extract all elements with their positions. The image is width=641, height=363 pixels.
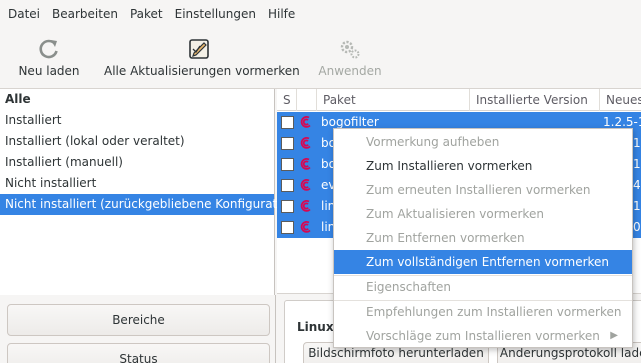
toolbar: Neu laden Alle Aktualisierungen vormerke… — [0, 29, 641, 89]
column-status[interactable]: S — [277, 89, 297, 111]
debian-icon — [300, 221, 311, 233]
debian-icon — [300, 116, 311, 128]
gears-icon — [340, 40, 360, 59]
filter-item[interactable]: Nicht installiert — [0, 173, 274, 194]
latest-version: 4 — [633, 178, 641, 192]
column-latest-version[interactable]: Neuest — [600, 89, 641, 111]
menu-item-mark-remove[interactable]: Zum Entfernen vormerken — [334, 226, 632, 250]
column-installed-version[interactable]: Installierte Version — [470, 89, 600, 111]
menu-item-mark-upgrade[interactable]: Zum Aktualisieren vormerken — [334, 202, 632, 226]
debian-icon — [300, 200, 311, 212]
menu-paket[interactable]: Paket — [124, 0, 169, 29]
menu-datei[interactable]: Datei — [2, 0, 46, 29]
latest-version: 1 — [633, 199, 641, 213]
debian-icon — [300, 179, 311, 191]
filter-item[interactable]: Installiert (manuell) — [0, 152, 274, 173]
menu-item-mark-reinstall[interactable]: Zum erneuten Installieren vormerken — [334, 178, 632, 202]
reload-button[interactable]: Neu laden — [12, 29, 86, 89]
filter-item[interactable]: Installiert (lokal oder veraltet) — [0, 131, 274, 152]
menu-item-properties[interactable]: Eigenschaften — [334, 275, 632, 299]
sections-button[interactable]: Bereiche — [7, 304, 270, 336]
context-menu: Vormerkung aufheben Zum Installieren vor… — [333, 128, 633, 348]
apply-button[interactable]: Anwenden — [316, 29, 384, 89]
debian-icon — [300, 158, 311, 170]
mark-all-upgrades-label: Alle Aktualisierungen vormerken — [104, 64, 300, 78]
column-icon[interactable] — [297, 89, 317, 111]
mark-checkbox[interactable] — [281, 137, 294, 150]
details-title: Linux — [297, 320, 334, 334]
menubar: Datei Bearbeiten Paket Einstellungen Hil… — [0, 0, 641, 29]
mark-upgrades-icon — [189, 39, 209, 59]
filter-item[interactable]: Installiert — [0, 110, 274, 131]
latest-version: 1 — [633, 136, 641, 150]
status-button[interactable]: Status — [7, 343, 270, 363]
latest-version: 0 — [633, 220, 641, 234]
apply-label: Anwenden — [318, 64, 382, 78]
left-button-panel: Bereiche Status — [0, 295, 276, 363]
menu-hilfe[interactable]: Hilfe — [262, 0, 301, 29]
filter-item[interactable]: Alle — [0, 89, 274, 110]
menu-item-mark-purge[interactable]: Zum vollständigen Entfernen vormerken — [334, 250, 632, 274]
mark-checkbox[interactable] — [281, 221, 294, 234]
mark-checkbox[interactable] — [281, 158, 294, 171]
mark-all-upgrades-button[interactable]: Alle Aktualisierungen vormerken — [104, 29, 300, 89]
latest-version: 1 — [633, 157, 641, 171]
menu-einstellungen[interactable]: Einstellungen — [169, 0, 262, 29]
menu-item-mark-recommends[interactable]: Empfehlungen zum Installieren vormerken — [334, 300, 632, 324]
mark-checkbox[interactable] — [281, 116, 294, 129]
filter-item-selected[interactable]: Nicht installiert (zurückgebliebene Konf… — [0, 194, 300, 215]
reload-label: Neu laden — [18, 64, 80, 78]
mark-checkbox[interactable] — [281, 200, 294, 213]
column-package[interactable]: Paket — [317, 89, 470, 111]
menu-item-mark-suggests[interactable]: Vorschläge zum Installieren vormerken ▶ — [334, 324, 632, 348]
menu-item-mark-install[interactable]: Zum Installieren vormerken — [334, 154, 632, 178]
mark-checkbox[interactable] — [281, 179, 294, 192]
menu-bearbeiten[interactable]: Bearbeiten — [46, 0, 124, 29]
filter-list: Alle Installiert Installiert (lokal oder… — [0, 89, 300, 295]
submenu-arrow-icon: ▶ — [610, 330, 618, 341]
debian-icon — [300, 137, 311, 149]
reload-icon — [39, 39, 58, 59]
menu-item-mark-suggests-label: Vorschläge zum Installieren vormerken — [366, 329, 600, 343]
table-header: S Paket Installierte Version Neuest — [277, 89, 641, 111]
menu-item-unmark[interactable]: Vormerkung aufheben — [334, 130, 632, 154]
